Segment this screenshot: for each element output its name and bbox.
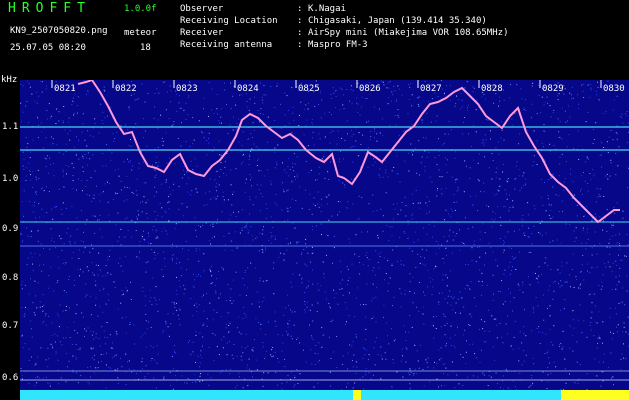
time-tick-label: 0821 xyxy=(54,84,76,94)
y-tick-label: 0.9 xyxy=(2,224,19,234)
meteor-burst-marker xyxy=(353,390,361,400)
antenna-key: Receiving antenna xyxy=(180,40,273,50)
observer-key: Observer xyxy=(180,4,224,14)
datetime-label: 25.07.05 08:20 xyxy=(10,43,86,53)
observer-value: K.Nagai xyxy=(308,4,346,14)
time-tick-label: 0829 xyxy=(542,84,564,94)
time-tick-label: 0823 xyxy=(176,84,198,94)
app-title: HROFFT xyxy=(8,1,91,16)
version-label: 1.0.0f xyxy=(124,4,157,14)
y-tick-label: 0.6 xyxy=(2,373,19,383)
time-tick-label: 0825 xyxy=(298,84,320,94)
meteor-count: 18 xyxy=(140,43,151,53)
time-tick-label: 0826 xyxy=(359,84,381,94)
spectrogram-plot: 0821 0822 0823 0824 0825 0826 0827 0828 0829 0830 xyxy=(20,80,629,390)
receiver-key: Receiver xyxy=(180,28,224,38)
antenna-value: Maspro FM-3 xyxy=(308,40,368,50)
signal-level-bar xyxy=(20,390,629,400)
y-unit-label: kHz xyxy=(1,75,18,85)
time-tick-label: 0830 xyxy=(603,84,625,94)
time-tick-label: 0822 xyxy=(115,84,137,94)
y-tick-label: 0.7 xyxy=(2,321,19,331)
time-tick-label: 0827 xyxy=(420,84,442,94)
separator: : xyxy=(297,16,303,26)
separator: : xyxy=(297,40,303,50)
location-value: Chigasaki, Japan (139.414 35.340) xyxy=(308,16,487,26)
y-tick-label: 0.8 xyxy=(2,273,19,283)
separator: : xyxy=(297,4,303,14)
location-key: Receiving Location xyxy=(180,16,278,26)
y-tick-label: 1.0 xyxy=(2,174,19,184)
receiver-value: AirSpy mini (Miakejima VOR 108.65MHz) xyxy=(308,28,509,38)
meteor-burst-marker xyxy=(561,390,629,400)
time-tick-label: 0824 xyxy=(237,84,259,94)
separator: : xyxy=(297,28,303,38)
y-tick-label: 1.1 xyxy=(2,122,19,132)
time-tick-label: 0828 xyxy=(481,84,503,94)
signal-level-base xyxy=(20,390,629,400)
meteor-label: meteor xyxy=(124,28,157,38)
filename-label: KN9_2507050820.png xyxy=(10,26,108,36)
